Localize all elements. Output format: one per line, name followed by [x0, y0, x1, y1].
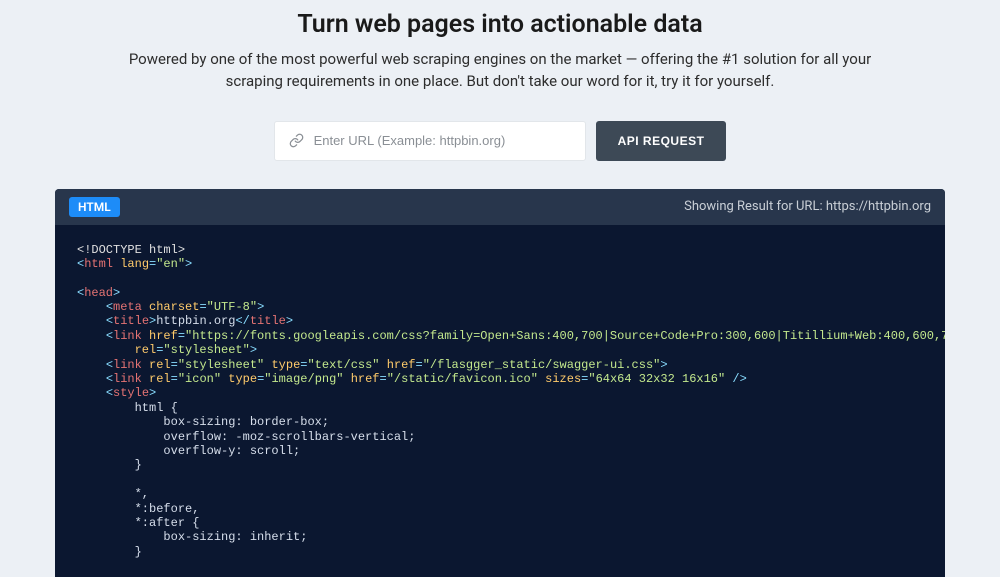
api-request-button[interactable]: API REQUEST — [596, 121, 727, 161]
link-icon — [289, 133, 304, 148]
result-panel-header: HTML Showing Result for URL: https://htt… — [55, 189, 945, 225]
result-panel: HTML Showing Result for URL: https://htt… — [55, 189, 945, 577]
page-title: Turn web pages into actionable data — [20, 10, 980, 39]
code-output: <!DOCTYPE html> <html lang="en"> <head> … — [55, 225, 945, 577]
page-subtitle: Powered by one of the most powerful web … — [115, 49, 885, 93]
url-input-wrapper — [274, 121, 586, 161]
url-input[interactable] — [314, 133, 571, 148]
format-badge: HTML — [69, 197, 120, 217]
result-status: Showing Result for URL: https://httpbin.… — [684, 199, 931, 214]
